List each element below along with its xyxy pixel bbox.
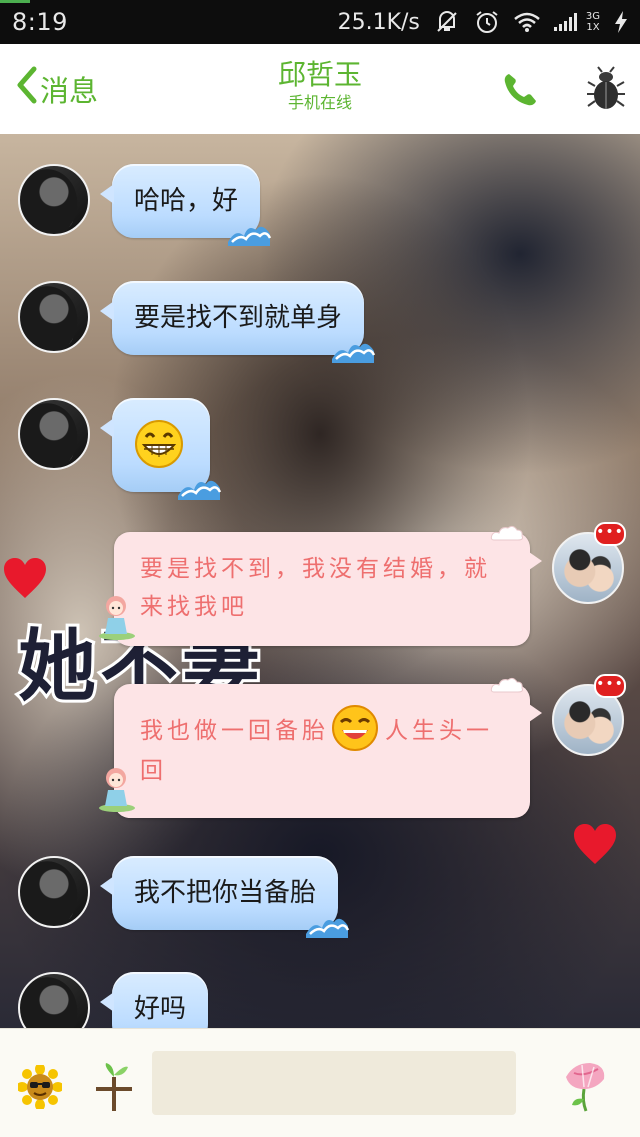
girl-sticker-icon: [99, 596, 135, 640]
avatar-badge: •••: [594, 674, 626, 698]
message-bubble-outgoing[interactable]: 我也做一回备胎 人生头一回: [99, 677, 542, 818]
status-time: 8:19: [12, 8, 68, 36]
contact-avatar[interactable]: [18, 856, 90, 928]
message-text: 我也做一回备胎: [140, 718, 329, 744]
contact-avatar[interactable]: [18, 398, 90, 470]
sunflower-emoji-icon: [16, 1063, 64, 1111]
girl-sticker-icon: [99, 768, 135, 812]
avatar-badge: •••: [594, 522, 626, 546]
progress-indicator: [0, 0, 30, 3]
wifi-icon: [514, 11, 540, 33]
mute-vibrate-icon: [434, 9, 460, 35]
chat-message-list[interactable]: 她不妻 哈哈，好 要是找不到就单身 要是找不到，我没有结婚，就来找我吧 ••• …: [0, 134, 640, 1028]
signal-icon: [553, 12, 580, 32]
message-bubble-incoming[interactable]: [100, 398, 222, 500]
morning-glory-icon: [566, 1063, 605, 1112]
message-text: 要是找不到，我没有结婚，就来找我吧: [140, 556, 491, 620]
wave-decoration-icon: [306, 918, 350, 938]
message-bubble-incoming[interactable]: 要是找不到就单身: [99, 281, 376, 363]
wave-decoration-icon: [332, 343, 376, 363]
contact-status: 手机在线: [287, 93, 352, 112]
charging-icon: [614, 11, 628, 33]
message-text: 要是找不到就单身: [134, 303, 343, 333]
cloud-decoration-icon: [490, 677, 523, 693]
message-text: 哈哈，好: [134, 186, 239, 216]
heart-icon: [574, 824, 616, 864]
message-bubble-outgoing[interactable]: 要是找不到，我没有结婚，就来找我吧: [99, 525, 542, 646]
wave-decoration-icon: [228, 226, 272, 246]
laugh-emoji: [332, 705, 378, 751]
message-bubble-incoming[interactable]: 好吗: [99, 972, 209, 1028]
plus-button[interactable]: [92, 1061, 136, 1113]
message-text: 我不把你当备胎: [134, 878, 317, 908]
back-button[interactable]: 消息: [16, 66, 98, 111]
sprout-icon: [96, 1063, 132, 1111]
contact-name: 邱哲玉: [277, 58, 362, 91]
network-speed: 25.1K/s: [337, 9, 420, 35]
input-bar: [0, 1028, 640, 1137]
grin-emoji: [135, 419, 183, 468]
message-input[interactable]: [152, 1051, 516, 1115]
message-bubble-incoming[interactable]: 哈哈，好: [99, 164, 272, 246]
contact-avatar[interactable]: [18, 281, 90, 353]
phone-call-button[interactable]: [500, 70, 540, 110]
cloud-decoration-icon: [490, 525, 523, 541]
more-functions-button[interactable]: [560, 1059, 610, 1113]
status-icons: 25.1K/s 3G 1X: [338, 9, 628, 35]
alarm-icon: [474, 9, 500, 35]
beetle-icon: [587, 66, 625, 109]
network-type-bottom: 1X: [586, 22, 600, 33]
emoji-button[interactable]: [16, 1063, 64, 1111]
contact-avatar[interactable]: [18, 164, 90, 236]
network-type: 3G 1X: [586, 11, 600, 33]
contact-avatar[interactable]: [18, 972, 90, 1028]
chevron-left-icon: [16, 66, 40, 111]
wave-decoration-icon: [178, 480, 222, 500]
phone-icon: [504, 74, 536, 106]
network-type-top: 3G: [585, 11, 600, 22]
more-options-button[interactable]: [586, 66, 626, 112]
message-bubble-incoming[interactable]: 我不把你当备胎: [99, 856, 350, 938]
contact-title: 邱哲玉 手机在线: [180, 58, 460, 114]
message-text: 好吗: [134, 994, 187, 1024]
back-label: 消息: [40, 73, 99, 108]
chat-header: 消息 邱哲玉 手机在线: [0, 44, 640, 134]
heart-icon: [4, 558, 46, 598]
status-bar: 8:19 25.1K/s 3G 1X: [0, 0, 640, 44]
